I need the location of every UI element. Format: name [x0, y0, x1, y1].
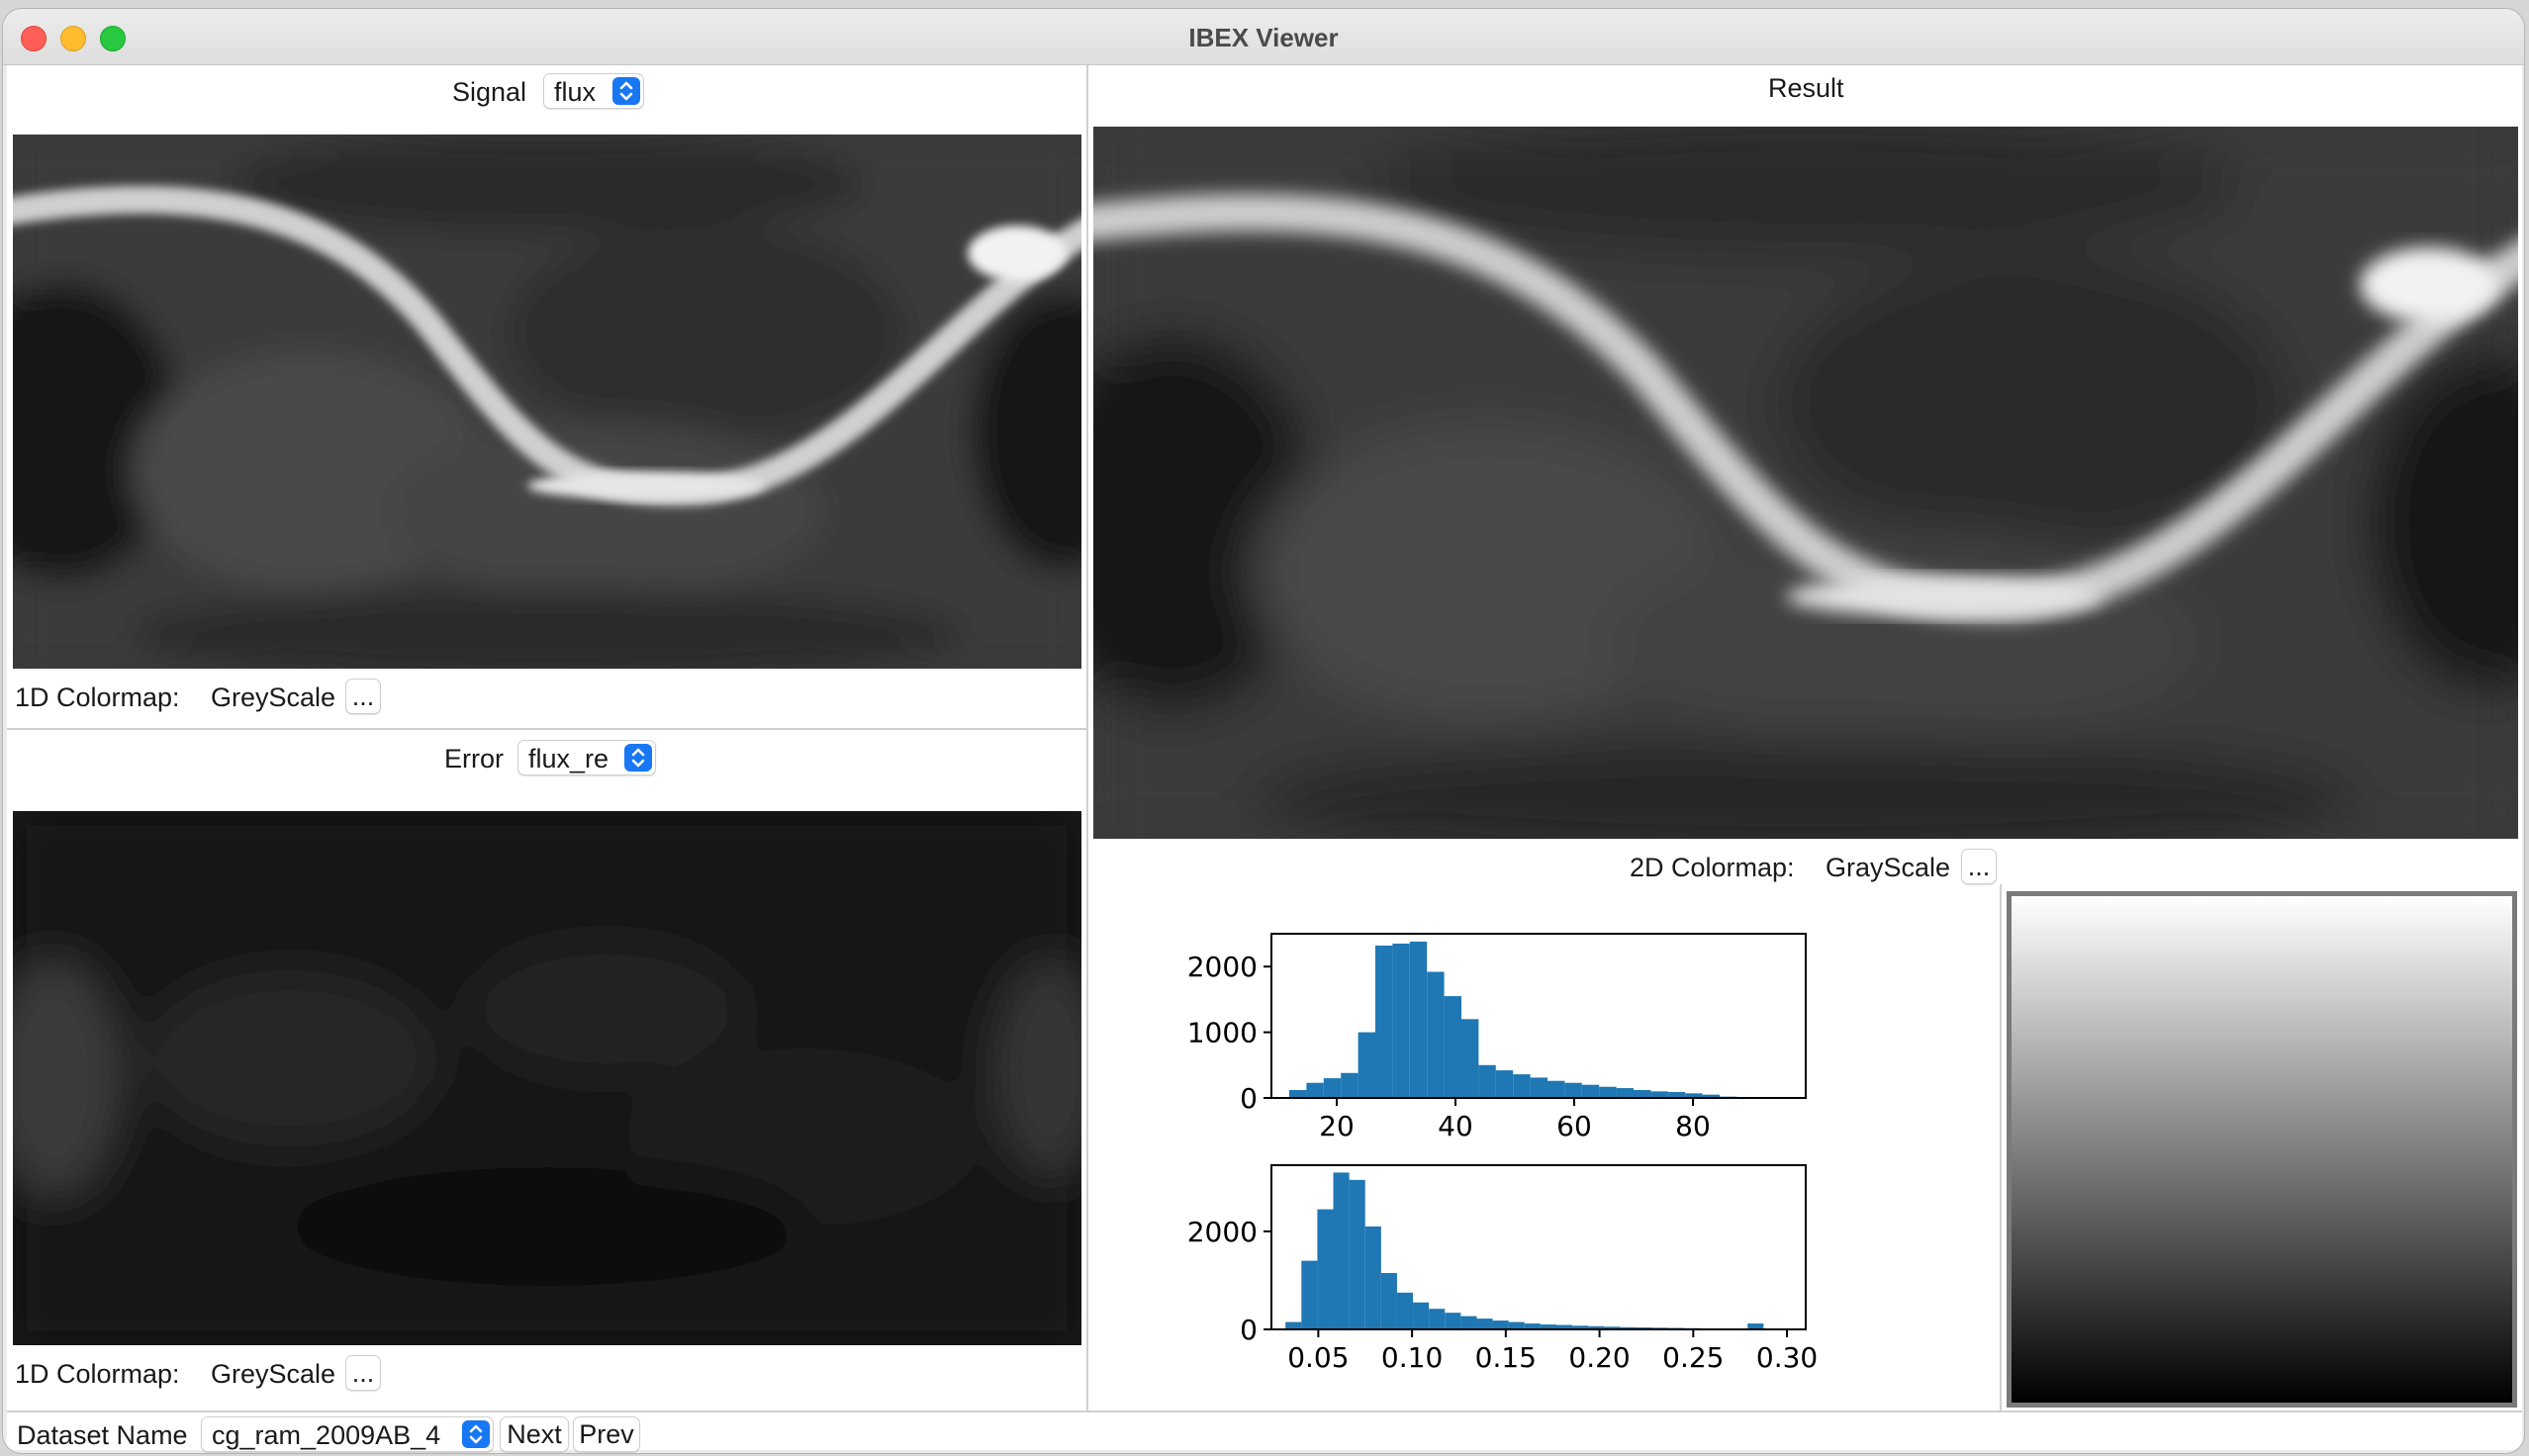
app-window: IBEX Viewer Signal flux 1D Colormap: Gre…	[2, 8, 2525, 1454]
flux-histogram-ytick-label: 0	[1240, 1082, 1258, 1115]
flux-re-histogram-bar	[1349, 1179, 1365, 1329]
flux-histogram-xtick-label: 60	[1556, 1110, 1592, 1142]
chevron-up-down-icon	[624, 744, 652, 772]
flux-histogram-ytick-label: 2000	[1187, 951, 1258, 983]
flux-re-histogram-ytick-label: 2000	[1187, 1216, 1258, 1248]
flux-histogram-bar	[1547, 1080, 1565, 1098]
flux-re-histogram-bar	[1380, 1273, 1397, 1329]
flux-histogram-xtick-label: 20	[1319, 1110, 1355, 1142]
dataset-select-value: cg_ram_2009AB_4	[212, 1420, 441, 1450]
flux-re-histogram-bar	[1492, 1320, 1509, 1329]
signal-select-value: flux	[554, 77, 597, 107]
flux-re-histogram-bar	[1396, 1292, 1414, 1329]
flux-histogram-bar	[1461, 1019, 1479, 1098]
flux-histogram-bar	[1444, 996, 1461, 1098]
error-select-value: flux_re	[528, 744, 609, 774]
flux-re-histogram-bar	[1476, 1319, 1493, 1329]
result-colormap-more-button[interactable]: ...	[1961, 849, 1997, 884]
flux-re-histogram-bar	[1364, 1226, 1381, 1329]
error-image[interactable]	[13, 811, 1081, 1345]
result-image[interactable]	[1093, 127, 2518, 839]
window-title: IBEX Viewer	[1188, 23, 1339, 52]
flux-re-histogram-bar	[1301, 1260, 1318, 1329]
flux-histogram-bar	[1289, 1090, 1307, 1098]
flux-re-histogram-bar	[1460, 1316, 1477, 1329]
flux-re-histogram-xtick-label: 0.15	[1475, 1341, 1537, 1374]
flux-re-histogram-bar	[1508, 1321, 1525, 1329]
flux-re-histogram-ytick-label: 0	[1240, 1314, 1258, 1346]
result-colormap-label: 2D Colormap:	[1630, 853, 1795, 882]
flux-re-histogram-bar	[1445, 1313, 1461, 1329]
signal-colormap-value: GreyScale	[211, 682, 336, 712]
flux-histogram-bar	[1358, 1032, 1375, 1098]
flux-histogram-xtick-label: 40	[1438, 1110, 1473, 1142]
signal-image[interactable]	[13, 135, 1081, 669]
flux-re-histogram-xtick-label: 0.30	[1756, 1341, 1818, 1374]
flux-histogram-xtick-label: 80	[1675, 1110, 1711, 1142]
error-label: Error	[444, 744, 504, 774]
flux-re-histogram-xtick-label: 0.25	[1662, 1341, 1724, 1374]
next-button[interactable]: Next	[500, 1416, 569, 1452]
flux-re-histogram-xtick-label: 0.10	[1381, 1341, 1443, 1374]
flux-histogram-bar	[1616, 1088, 1634, 1098]
flux-histogram-bar	[1323, 1078, 1342, 1098]
flux-histogram-bar	[1375, 945, 1393, 1098]
histogram-flux-re: 0.05 0.10 0.15 0.20 0.25 0.30 0 2000	[1187, 1164, 1818, 1374]
dataset-name-label: Dataset Name	[17, 1420, 188, 1450]
flux-histogram-bar	[1478, 1064, 1496, 1098]
flux-histogram-bar	[1392, 943, 1410, 1098]
error-colormap-label: 1D Colormap:	[15, 1359, 180, 1389]
flux-re-histogram-bar	[1429, 1309, 1446, 1329]
flux-re-histogram-bar	[1413, 1302, 1430, 1329]
error-select[interactable]: flux_re	[517, 740, 656, 775]
flux-re-histogram-bar	[1317, 1209, 1334, 1329]
flux-re-histogram-bar	[1285, 1321, 1302, 1329]
chevron-up-down-icon	[462, 1420, 490, 1448]
flux-histogram-bar	[1634, 1090, 1651, 1098]
flux-histogram-bar	[1599, 1086, 1617, 1098]
error-colormap-more-button[interactable]: ...	[345, 1355, 381, 1391]
colorbar-divider	[2000, 884, 2002, 1410]
flux-re-histogram-xtick-label: 0.05	[1287, 1341, 1349, 1374]
flux-re-histogram-xtick-label: 0.20	[1568, 1341, 1630, 1374]
prev-button[interactable]: Prev	[573, 1416, 640, 1452]
flux-histogram-bar	[1513, 1074, 1531, 1098]
signal-colormap-more-button[interactable]: ...	[345, 679, 381, 714]
flux-histogram-bar	[1409, 941, 1428, 1098]
flux-histogram-bar	[1341, 1072, 1358, 1098]
signal-select[interactable]: flux	[543, 73, 644, 109]
flux-histogram-bar	[1581, 1084, 1600, 1098]
histogram-flux: 20 40 60 80 0 1000 2000	[1187, 933, 1807, 1142]
flux-histogram-ytick-label: 1000	[1187, 1017, 1258, 1049]
flux-histogram-bar	[1530, 1077, 1547, 1098]
signal-label: Signal	[452, 77, 527, 107]
main-content: Signal flux 1D Colormap: GreyScale ... E…	[7, 65, 2522, 1452]
vertical-splitter[interactable]	[1086, 65, 1088, 1410]
result-label: Result	[1768, 73, 1844, 103]
left-horizontal-splitter[interactable]	[7, 728, 1086, 730]
colormap-preview	[2007, 891, 2517, 1408]
dataset-select[interactable]: cg_ram_2009AB_4	[201, 1416, 494, 1452]
flux-re-histogram-bar	[1333, 1172, 1350, 1329]
flux-histogram-bar	[1306, 1082, 1324, 1098]
flux-histogram-bar	[1427, 971, 1445, 1098]
flux-histogram-bar	[1495, 1070, 1514, 1098]
chevron-up-down-icon	[612, 77, 640, 105]
result-colormap-value: GrayScale	[1826, 853, 1951, 882]
flux-histogram-bar	[1564, 1082, 1582, 1098]
error-colormap-value: GreyScale	[211, 1359, 336, 1389]
signal-colormap-label: 1D Colormap:	[15, 682, 180, 712]
title-bar[interactable]: IBEX Viewer	[3, 9, 2524, 65]
